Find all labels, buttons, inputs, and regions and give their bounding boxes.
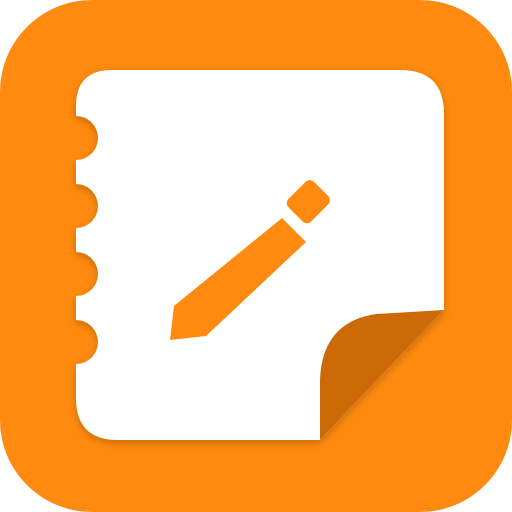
notepad-pencil-icon: [0, 0, 512, 512]
app-icon[interactable]: [0, 0, 512, 512]
